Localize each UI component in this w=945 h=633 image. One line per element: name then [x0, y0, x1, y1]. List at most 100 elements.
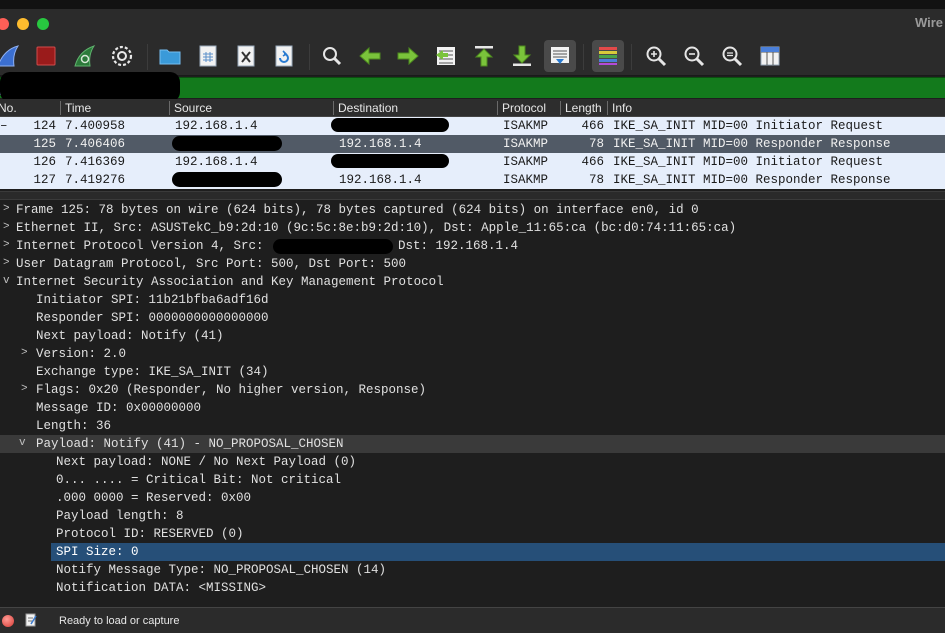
column-header-info[interactable]: Info [612, 101, 632, 115]
restart-icon[interactable] [70, 42, 98, 70]
packet-info: IKE_SA_INIT MID=00 Responder Response [613, 173, 891, 187]
chevron-right-icon[interactable]: > [3, 221, 13, 233]
tree-item-isakmp[interactable]: v Internet Security Association and Key … [0, 273, 945, 291]
packet-details-tree: > Frame 125: 78 bytes on wire (624 bits)… [0, 200, 945, 606]
tree-item-field[interactable]: Next payload: NONE / No Next Payload (0) [0, 453, 945, 471]
chevron-down-icon[interactable]: v [19, 437, 29, 449]
packet-protocol: ISAKMP [503, 155, 549, 169]
packet-info: IKE_SA_INIT MID=00 Initiator Request [613, 119, 884, 133]
tree-item-payload-notify[interactable]: v Payload: Notify (41) - NO_PROPOSAL_CHO… [0, 435, 945, 453]
column-header-no[interactable]: No. [0, 101, 17, 115]
zoom-normal-icon[interactable] [718, 42, 746, 70]
go-to-packet-icon[interactable] [432, 42, 460, 70]
go-last-icon[interactable] [508, 42, 536, 70]
capture-comment-icon[interactable] [25, 613, 37, 627]
arrow-back-icon[interactable] [356, 42, 384, 70]
find-icon[interactable] [318, 42, 346, 70]
packet-protocol: ISAKMP [503, 137, 549, 151]
chevron-down-icon[interactable]: v [3, 275, 13, 287]
column-header-destination[interactable]: Destination [338, 101, 398, 115]
redaction-mark [331, 154, 449, 168]
packet-no: 126 [33, 155, 56, 169]
chevron-right-icon[interactable]: > [3, 239, 13, 251]
autoscroll-icon[interactable] [544, 40, 576, 72]
column-header-length[interactable]: Length [565, 101, 602, 115]
column-header-protocol[interactable]: Protocol [502, 101, 546, 115]
packet-length: 466 [581, 155, 604, 169]
packet-time: 7.419276 [65, 173, 126, 187]
main-toolbar [0, 38, 945, 76]
chevron-right-icon[interactable]: > [21, 383, 31, 395]
packet-info: IKE_SA_INIT MID=00 Initiator Request [613, 155, 884, 169]
packet-source: 192.168.1.4 [175, 119, 258, 133]
window-close-button[interactable] [0, 18, 9, 30]
go-first-icon[interactable] [470, 42, 498, 70]
zoom-in-icon[interactable] [642, 42, 670, 70]
column-header-source[interactable]: Source [174, 101, 212, 115]
packet-info: IKE_SA_INIT MID=00 Responder Response [613, 137, 891, 151]
tree-item-ipv4[interactable]: > Internet Protocol Version 4, Src: Dst:… [0, 237, 945, 255]
packet-source: 192.168.1.4 [175, 155, 258, 169]
pane-splitter[interactable] [0, 191, 945, 200]
tree-item-field[interactable]: Exchange type: IKE_SA_INIT (34) [0, 363, 945, 381]
arrow-forward-icon[interactable] [394, 42, 422, 70]
title-bar: Wire [0, 0, 945, 38]
chevron-right-icon[interactable]: > [21, 347, 31, 359]
packet-time: 7.416369 [65, 155, 126, 169]
redaction-mark [172, 172, 282, 187]
file-close-icon[interactable] [232, 42, 260, 70]
chevron-right-icon[interactable]: > [3, 257, 13, 269]
shark-fin-start-icon[interactable] [0, 42, 22, 70]
tree-item-field[interactable]: Notify Message Type: NO_PROPOSAL_CHOSEN … [0, 561, 945, 579]
expert-info-icon[interactable] [2, 615, 14, 627]
column-header-time[interactable]: Time [65, 101, 91, 115]
zoom-out-icon[interactable] [680, 42, 708, 70]
packet-row[interactable]: 126 7.416369 192.168.1.4 ISAKMP 466 IKE_… [0, 153, 945, 171]
tree-item-field[interactable]: Message ID: 0x00000000 [0, 399, 945, 417]
status-message: Ready to load or capture [59, 615, 180, 627]
tree-item-version[interactable]: > Version: 2.0 [0, 345, 945, 363]
redaction-mark [0, 72, 180, 102]
display-filter-bar [0, 72, 945, 102]
packet-destination: 192.168.1.4 [339, 137, 422, 151]
redaction-mark [331, 118, 449, 132]
tree-item-ethernet[interactable]: > Ethernet II, Src: ASUSTekC_b9:2d:10 (9… [0, 219, 945, 237]
packet-no: 124 [33, 119, 56, 133]
tree-item-field[interactable]: Responder SPI: 0000000000000000 [0, 309, 945, 327]
tree-item-field[interactable]: Protocol ID: RESERVED (0) [0, 525, 945, 543]
gear-options-icon[interactable] [108, 42, 136, 70]
stop-icon[interactable] [32, 42, 60, 70]
packet-row-selected[interactable]: 125 7.406406 192.168.1.4 ISAKMP 78 IKE_S… [0, 135, 945, 153]
packet-length: 466 [581, 119, 604, 133]
status-bar: Ready to load or capture [0, 607, 945, 633]
reload-icon[interactable] [270, 42, 298, 70]
packet-length: 78 [588, 173, 604, 187]
tree-item-field[interactable]: Initiator SPI: 11b21bfba6adf16d [0, 291, 945, 309]
window-minimize-button[interactable] [17, 18, 29, 30]
packet-length: 78 [588, 137, 604, 151]
packet-list-header: No. Time Source Destination Protocol Len… [0, 99, 945, 117]
tree-item-field-selected[interactable]: SPI Size: 0 [0, 543, 945, 561]
colorize-icon[interactable] [592, 40, 624, 72]
packet-protocol: ISAKMP [503, 173, 549, 187]
redaction-mark [273, 239, 393, 254]
tree-item-frame[interactable]: > Frame 125: 78 bytes on wire (624 bits)… [0, 201, 945, 219]
tree-item-field[interactable]: Length: 36 [0, 417, 945, 435]
tree-item-field[interactable]: Payload length: 8 [0, 507, 945, 525]
packet-row[interactable]: – 124 7.400958 192.168.1.4 ISAKMP 466 IK… [0, 117, 945, 135]
chevron-right-icon[interactable]: > [3, 203, 13, 215]
tree-item-field[interactable]: Next payload: Notify (41) [0, 327, 945, 345]
tree-item-field[interactable]: .000 0000 = Reserved: 0x00 [0, 489, 945, 507]
tree-item-field[interactable]: 0... .... = Critical Bit: Not critical [0, 471, 945, 489]
tree-item-field[interactable]: Notification DATA: <MISSING> [0, 579, 945, 597]
tree-item-udp[interactable]: > User Datagram Protocol, Src Port: 500,… [0, 255, 945, 273]
window-maximize-button[interactable] [37, 18, 49, 30]
packet-no: 127 [33, 173, 56, 187]
packet-row[interactable]: 127 7.419276 192.168.1.4 ISAKMP 78 IKE_S… [0, 171, 945, 189]
resize-columns-icon[interactable] [756, 42, 784, 70]
packet-time: 7.406406 [65, 137, 126, 151]
window-title: Wire [914, 15, 943, 30]
file-save-icon[interactable] [194, 42, 222, 70]
tree-item-flags[interactable]: > Flags: 0x20 (Responder, No higher vers… [0, 381, 945, 399]
folder-open-icon[interactable] [156, 42, 184, 70]
